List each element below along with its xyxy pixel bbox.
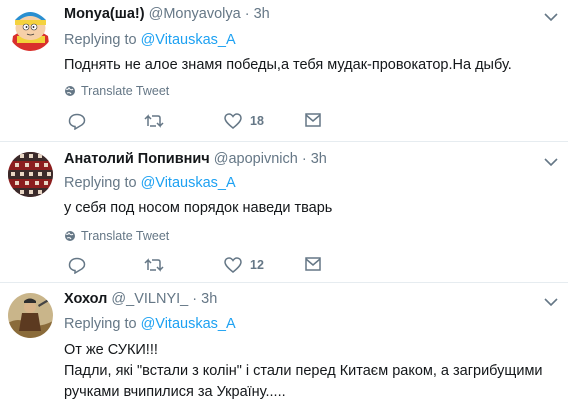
- like-button[interactable]: 12: [224, 257, 264, 273]
- replying-to: Replying to @Vitauskas_A: [64, 32, 236, 48]
- separator-dot: ·: [244, 6, 250, 22]
- like-icon: [224, 113, 242, 129]
- replying-to-label: Replying to: [64, 175, 141, 191]
- tweet-header: Monya(ша!) @Monyavolya · 3h: [64, 6, 270, 22]
- tweet[interactable]: Анатолий Попивнич @apopivnich · 3h Reply…: [0, 142, 568, 283]
- separator-dot: ·: [192, 291, 198, 307]
- reply-button[interactable]: [68, 257, 86, 274]
- username[interactable]: @_VILNYI_: [111, 291, 188, 307]
- retweet-icon: [144, 114, 164, 128]
- replies-feed: Monya(ша!) @Monyavolya · 3h Replying to …: [0, 0, 568, 407]
- avatar[interactable]: [8, 6, 53, 51]
- display-name[interactable]: Хохол: [64, 291, 107, 307]
- retweet-icon: [144, 258, 164, 272]
- tweet[interactable]: Хохол @_VILNYI_ · 3h Replying to @Vitaus…: [0, 283, 568, 407]
- display-name[interactable]: Анатолий Попивнич: [64, 151, 210, 167]
- username[interactable]: @Monyavolya: [149, 6, 241, 22]
- tweet-text-line: ручками вчипилися за Україну.....: [64, 384, 286, 400]
- tweet-header: Хохол @_VILNYI_ · 3h: [64, 291, 217, 307]
- direct-message-icon: [305, 113, 321, 127]
- reply-icon: [68, 113, 86, 130]
- direct-message-button[interactable]: [305, 257, 321, 271]
- replying-to: Replying to @Vitauskas_A: [64, 175, 236, 191]
- tweet-actions: 12: [64, 257, 324, 277]
- translate-tweet-link[interactable]: Translate Tweet: [64, 229, 169, 243]
- avatar[interactable]: [8, 293, 53, 338]
- tweet-text: Поднять не алое знамя победы,а тебя муда…: [64, 57, 512, 73]
- timestamp[interactable]: 3h: [254, 6, 270, 22]
- tweet-text-line: От же СУКИ!!!: [64, 342, 158, 358]
- retweet-button[interactable]: [144, 113, 164, 129]
- reply-icon: [68, 257, 86, 274]
- replying-to-label: Replying to: [64, 32, 141, 48]
- mention-link[interactable]: @Vitauskas_A: [141, 32, 236, 48]
- chevron-down-icon[interactable]: [544, 157, 558, 167]
- mention-link[interactable]: @Vitauskas_A: [141, 316, 236, 332]
- display-name[interactable]: Monya(ша!): [64, 6, 145, 22]
- timestamp[interactable]: 3h: [311, 151, 327, 167]
- tweet-text-line: Падли, які "встали з колін" і стали пере…: [64, 363, 543, 379]
- tweet-text: От же СУКИ!!! Падли, які "встали з колін…: [64, 340, 559, 403]
- replying-to-label: Replying to: [64, 316, 141, 332]
- retweet-button[interactable]: [144, 257, 164, 273]
- direct-message-icon: [305, 257, 321, 271]
- globe-icon: [65, 86, 75, 96]
- username[interactable]: @apopivnich: [214, 151, 298, 167]
- chevron-down-icon[interactable]: [544, 297, 558, 307]
- translate-tweet-link[interactable]: Translate Tweet: [64, 84, 169, 98]
- tweet-header: Анатолий Попивнич @apopivnich · 3h: [64, 151, 327, 167]
- tweet-text: у себя под носом порядок наведи тварь: [64, 200, 333, 216]
- translate-label: Translate Tweet: [81, 229, 170, 243]
- mention-link[interactable]: @Vitauskas_A: [141, 175, 236, 191]
- chevron-down-icon[interactable]: [544, 12, 558, 22]
- timestamp[interactable]: 3h: [201, 291, 217, 307]
- globe-icon: [65, 231, 75, 241]
- replying-to: Replying to @Vitauskas_A: [64, 316, 236, 332]
- like-count: 18: [250, 114, 264, 128]
- like-icon: [224, 257, 242, 273]
- direct-message-button[interactable]: [305, 113, 321, 127]
- avatar[interactable]: [8, 152, 53, 197]
- reply-button[interactable]: [68, 113, 86, 130]
- separator-dot: ·: [301, 151, 307, 167]
- like-count: 12: [250, 258, 264, 272]
- tweet[interactable]: Monya(ша!) @Monyavolya · 3h Replying to …: [0, 0, 568, 142]
- tweet-actions: 18: [64, 113, 324, 133]
- like-button[interactable]: 18: [224, 113, 264, 129]
- translate-label: Translate Tweet: [81, 84, 170, 98]
